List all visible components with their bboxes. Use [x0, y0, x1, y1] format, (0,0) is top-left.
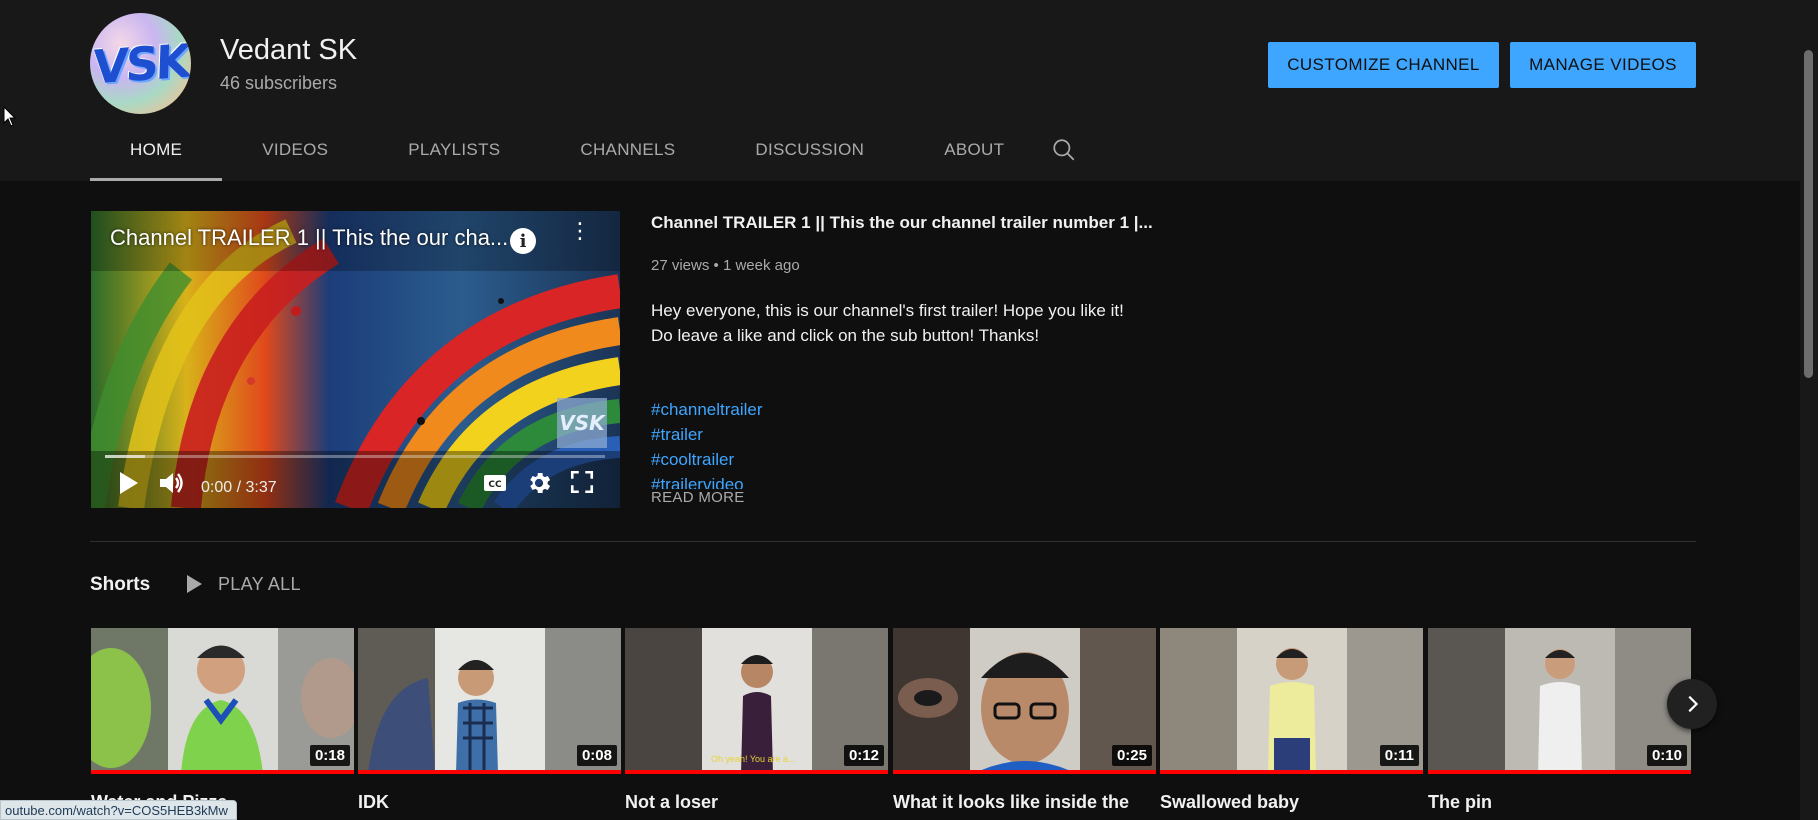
read-more-button[interactable]: READ MORE [651, 489, 745, 506]
player-overlay-title[interactable]: Channel TRAILER 1 || This the our cha... [110, 225, 508, 251]
trailer-meta: 27 views • 1 week ago [651, 257, 800, 274]
short-title[interactable]: The pin [1428, 790, 1691, 814]
tab-channels-label: CHANNELS [580, 139, 676, 159]
hashtag-link[interactable]: #channeltrailer [651, 397, 951, 422]
captions-button[interactable]: CC [481, 469, 509, 497]
player-time: 0:00 / 3:37 [201, 479, 277, 496]
shelf-next-button[interactable] [1667, 679, 1717, 729]
short-item[interactable]: 0:25 What it looks like inside the fridg… [893, 628, 1156, 814]
cc-icon: CC [484, 475, 506, 491]
hashtag-link[interactable]: #trailer [651, 422, 951, 447]
play-icon [120, 472, 138, 494]
chevron-right-icon [1688, 695, 1699, 713]
channel-tabs: HOME VIDEOS PLAYLISTS CHANNELS DISCUSSIO… [90, 118, 1084, 181]
hashtag-list: #channeltrailer #trailer #cooltrailer #t… [651, 397, 951, 489]
trailer-title-link[interactable]: Channel TRAILER 1 || This the our channe… [651, 213, 1153, 233]
short-item[interactable]: Oh yeah! You are a... 0:12 Not a loser [625, 628, 888, 814]
channel-name: Vedant SK [220, 34, 358, 66]
short-title[interactable]: IDK [358, 790, 621, 814]
short-item[interactable]: 0:10 The pin [1428, 628, 1691, 814]
channel-watermark[interactable]: VSK [557, 398, 607, 448]
short-caption: Oh yeah! You are a... [711, 754, 796, 764]
watched-progress-bar [1160, 770, 1423, 774]
short-thumbnail[interactable]: 0:18 [91, 628, 354, 774]
avatar-logo-text: VSK [91, 33, 190, 94]
short-duration: 0:12 [843, 745, 884, 766]
short-title[interactable]: What it looks like inside the fridge [893, 790, 1156, 814]
short-duration: 0:25 [1111, 745, 1152, 766]
trailer-description: Hey everyone, this is our channel's firs… [651, 298, 1124, 348]
customize-channel-button[interactable]: CUSTOMIZE CHANNEL [1268, 42, 1499, 88]
info-icon[interactable]: i [510, 228, 536, 254]
short-duration: 0:11 [1379, 745, 1419, 766]
channel-header: VSK Vedant SK 46 subscribers CUSTOMIZE C… [0, 0, 1800, 181]
tab-home[interactable]: HOME [90, 118, 223, 181]
player-progress-fill [105, 455, 145, 458]
short-thumbnail[interactable]: 0:08 [358, 628, 621, 774]
tab-discussion[interactable]: DISCUSSION [715, 118, 904, 181]
manage-videos-button[interactable]: MANAGE VIDEOS [1510, 42, 1696, 88]
short-thumbnail[interactable]: 0:25 [893, 628, 1156, 774]
short-item[interactable]: 0:08 IDK [358, 628, 621, 814]
hashtag-link[interactable]: #cooltrailer [651, 447, 951, 472]
hashtag-link[interactable]: #trailervideo [651, 472, 951, 489]
section-divider [90, 541, 1696, 542]
play-button[interactable] [117, 469, 141, 497]
tab-channels[interactable]: CHANNELS [540, 118, 715, 181]
short-duration: 0:10 [1646, 745, 1687, 766]
channel-avatar[interactable]: VSK [90, 13, 191, 114]
watched-progress-bar [91, 770, 354, 774]
short-title[interactable]: Not a loser [625, 790, 888, 814]
search-icon [1053, 138, 1075, 160]
subscriber-count: 46 subscribers [220, 73, 338, 93]
player-progress-bar[interactable] [105, 455, 605, 458]
short-thumbnail[interactable]: 0:10 [1428, 628, 1691, 774]
more-vert-icon[interactable]: ⋮ [569, 221, 591, 257]
watched-progress-bar [625, 770, 888, 774]
tab-home-label: HOME [130, 139, 183, 159]
svg-text:CC: CC [488, 480, 502, 490]
tab-videos-label: VIDEOS [262, 139, 329, 159]
short-thumbnail[interactable]: 0:11 [1160, 628, 1423, 774]
channel-search-button[interactable] [1044, 118, 1084, 181]
tab-about-label: ABOUT [944, 139, 1005, 159]
description-line: Do leave a like and click on the sub but… [651, 326, 1040, 345]
tab-videos[interactable]: VIDEOS [222, 118, 368, 181]
play-all-label: PLAY ALL [218, 573, 301, 594]
short-item[interactable]: 0:11 Swallowed baby [1160, 628, 1423, 814]
volume-icon [160, 473, 183, 493]
tab-discussion-label: DISCUSSION [755, 139, 865, 159]
short-duration: 0:18 [309, 745, 350, 766]
gear-icon [530, 472, 551, 494]
short-duration: 0:08 [576, 745, 617, 766]
watched-progress-bar [1428, 770, 1691, 774]
tab-playlists-label: PLAYLISTS [408, 139, 501, 159]
short-title[interactable]: Swallowed baby [1160, 790, 1423, 814]
tab-playlists[interactable]: PLAYLISTS [368, 118, 540, 181]
scrollbar-thumb[interactable] [1804, 50, 1813, 378]
description-line: Hey everyone, this is our channel's firs… [651, 301, 1124, 320]
short-item[interactable]: 0:18 Water and Pizza [91, 628, 354, 814]
shorts-heading[interactable]: Shorts [90, 574, 150, 596]
short-thumbnail[interactable]: Oh yeah! You are a... 0:12 [625, 628, 888, 774]
fullscreen-icon [570, 470, 594, 494]
watched-progress-bar [358, 770, 621, 774]
settings-button[interactable] [525, 469, 553, 497]
play-all-button[interactable]: PLAY ALL [184, 573, 301, 595]
status-bar-url: outube.com/watch?v=COS5HEB3kMw [0, 800, 237, 820]
player-controls: 0:00 / 3:37 CC [91, 463, 620, 503]
fullscreen-button[interactable] [569, 469, 595, 495]
mouse-cursor-icon [3, 106, 17, 127]
play-icon [187, 575, 202, 593]
trailer-video-player[interactable]: Channel TRAILER 1 || This the our cha...… [91, 211, 620, 508]
tab-about[interactable]: ABOUT [904, 118, 1044, 181]
volume-button[interactable] [157, 469, 185, 497]
watched-progress-bar [893, 770, 1156, 774]
